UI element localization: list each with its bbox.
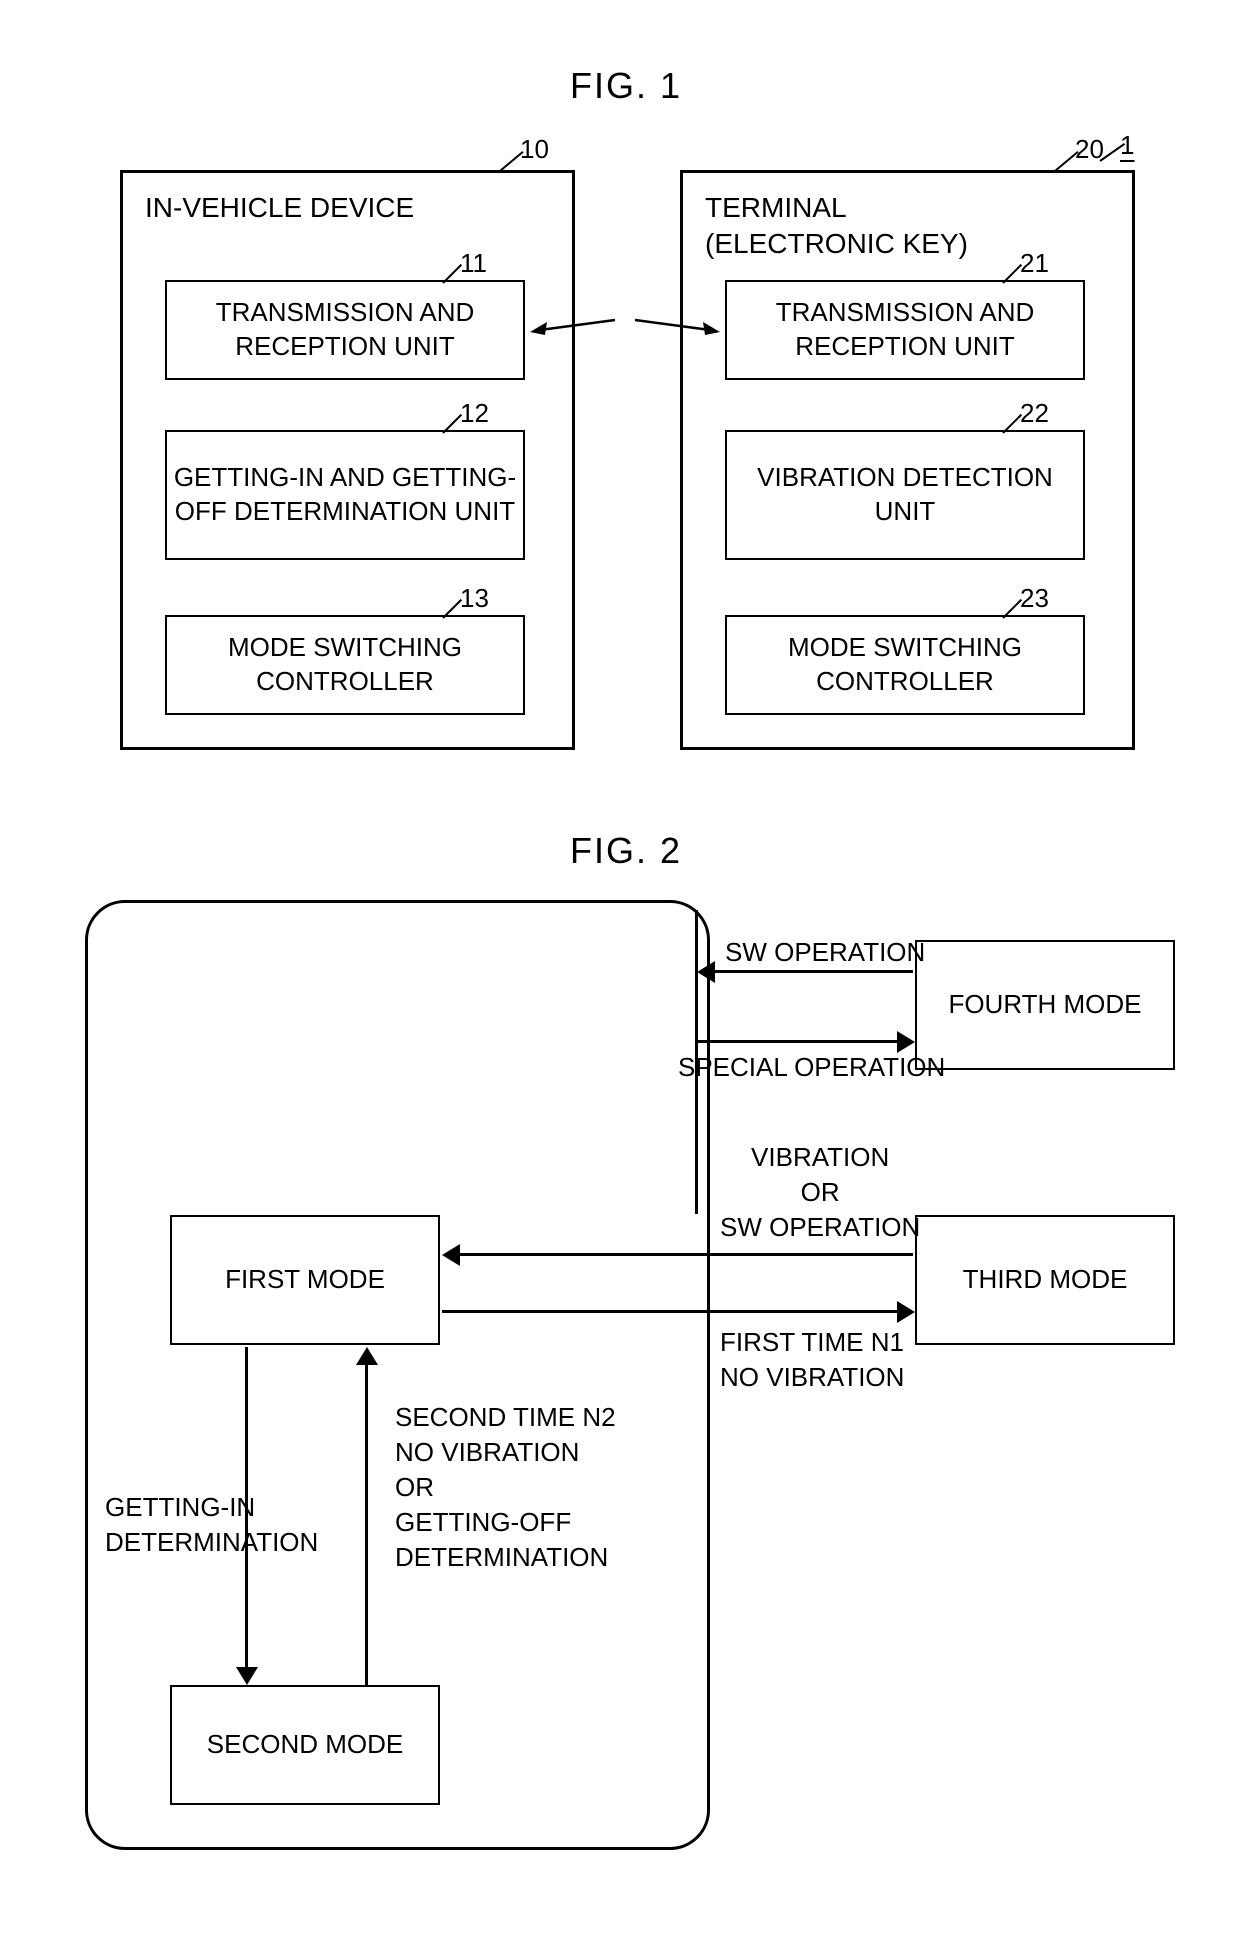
unit-12-label: GETTING-IN AND GETTING-OFF DETERMINATION… (167, 461, 523, 529)
ref-22: 22 (1020, 398, 1049, 429)
edge-getting-in: GETTING-IN DETERMINATION (105, 1490, 318, 1560)
arrow-special-line (697, 1040, 897, 1043)
fig1-title: FIG. 1 (570, 65, 682, 107)
unit-22-label: VIBRATION DETECTION UNIT (727, 461, 1083, 529)
edge-first-time: FIRST TIME N1 NO VIBRATION (720, 1325, 904, 1395)
edge-special-operation: SPECIAL OPERATION (678, 1050, 945, 1085)
second-mode-label: SECOND MODE (207, 1728, 403, 1762)
unit-23: MODE SWITCHING CONTROLLER (725, 615, 1085, 715)
first-mode-label: FIRST MODE (225, 1263, 385, 1297)
edge-vibration-sw: VIBRATION OR SW OPERATION (720, 1140, 920, 1245)
ref-20: 20 (1075, 134, 1104, 165)
arrow-firsttime-line (442, 1310, 897, 1313)
unit-11: TRANSMISSION AND RECEPTION UNIT (165, 280, 525, 380)
comm-arrows (525, 300, 725, 370)
ref-23: 23 (1020, 583, 1049, 614)
unit-21-label: TRANSMISSION AND RECEPTION UNIT (727, 296, 1083, 364)
fourth-mode-label: FOURTH MODE (948, 988, 1141, 1022)
device-b-title: TERMINAL (ELECTRONIC KEY) (705, 190, 968, 263)
ref-10: 10 (520, 134, 549, 165)
arrow-firsttime-head (897, 1301, 915, 1323)
unit-12: GETTING-IN AND GETTING-OFF DETERMINATION… (165, 430, 525, 560)
arrow-vib-head (442, 1244, 460, 1266)
arrow-vib-line (458, 1253, 913, 1256)
ref-12: 12 (460, 398, 489, 429)
edge-second-time: SECOND TIME N2 NO VIBRATION OR GETTING-O… (395, 1400, 616, 1575)
ref-13: 13 (460, 583, 489, 614)
arrow-secondtime-line (365, 1365, 368, 1685)
unit-23-label: MODE SWITCHING CONTROLLER (727, 631, 1083, 699)
arrow-secondtime-head (356, 1347, 378, 1365)
ref-21: 21 (1020, 248, 1049, 279)
fig2-title: FIG. 2 (570, 830, 682, 872)
unit-13: MODE SWITCHING CONTROLLER (165, 615, 525, 715)
unit-13-label: MODE SWITCHING CONTROLLER (167, 631, 523, 699)
fourth-mode-box: FOURTH MODE (915, 940, 1175, 1070)
arrow-sw-op-head (697, 961, 715, 983)
third-mode-label: THIRD MODE (963, 1263, 1128, 1297)
third-mode-box: THIRD MODE (915, 1215, 1175, 1345)
device-a-title: IN-VEHICLE DEVICE (145, 190, 414, 226)
second-mode-box: SECOND MODE (170, 1685, 440, 1805)
arrow-getin-head (236, 1667, 258, 1685)
first-mode-box: FIRST MODE (170, 1215, 440, 1345)
unit-21: TRANSMISSION AND RECEPTION UNIT (725, 280, 1085, 380)
edge-sw-operation: SW OPERATION (725, 935, 925, 970)
arrow-sw-op-line (713, 970, 913, 973)
unit-22: VIBRATION DETECTION UNIT (725, 430, 1085, 560)
unit-11-label: TRANSMISSION AND RECEPTION UNIT (167, 296, 523, 364)
ref-11: 11 (460, 248, 487, 279)
